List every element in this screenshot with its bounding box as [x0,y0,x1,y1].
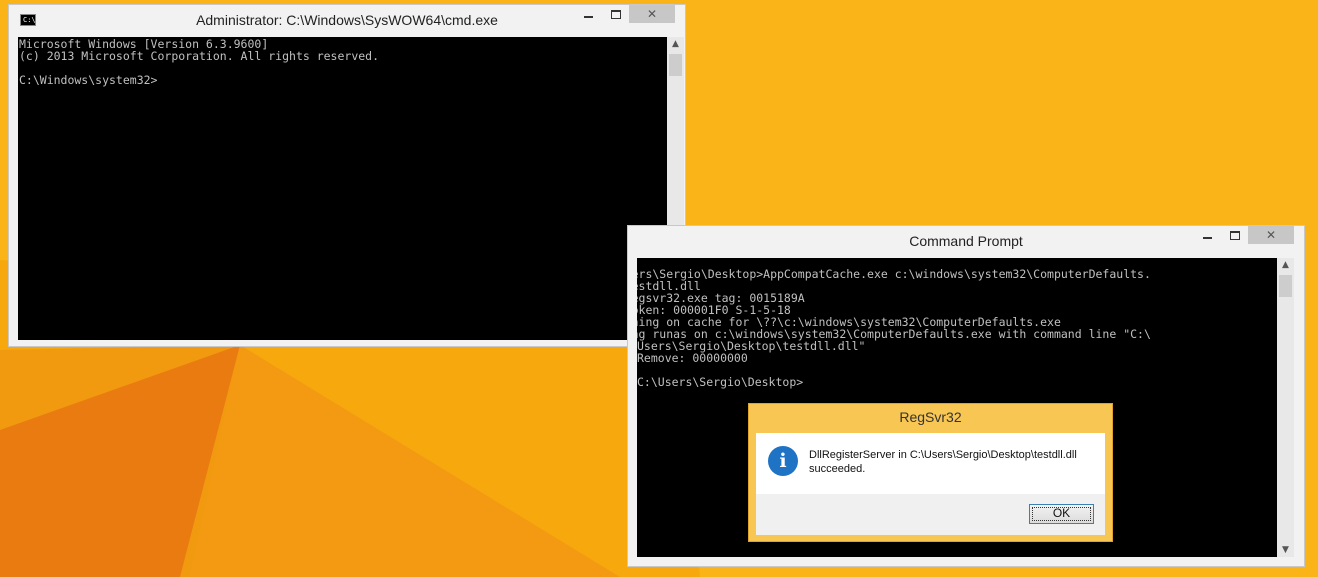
dialog-message: DllRegisterServer in C:\Users\Sergio\Des… [809,448,1101,476]
minimize-button[interactable] [1194,226,1221,244]
scroll-up-icon[interactable]: ▲ [667,37,684,51]
scroll-up-icon[interactable]: ▲ [1277,258,1294,272]
window-controls: ✕ [575,5,675,27]
close-icon: ✕ [646,7,658,21]
close-button[interactable]: ✕ [629,5,675,23]
prompt-vertical-scrollbar[interactable]: ▲ ▼ [1277,258,1294,557]
ok-button[interactable]: OK [1029,504,1094,524]
maximize-icon [610,9,621,19]
console-prompt-line: C:\Users\Sergio\Desktop> [637,375,804,389]
dialog-footer: OK [756,494,1105,535]
info-icon: i [768,446,798,476]
dialog-message-line: succeeded. [809,463,866,475]
console-line: Remove: 00000000 [637,351,748,365]
admin-cmd-window[interactable]: C:\ Administrator: C:\Windows\SysWOW64\c… [8,4,686,347]
minimize-button[interactable] [575,5,602,23]
maximize-button[interactable] [1221,226,1248,244]
command-prompt-titlebar[interactable]: Command Prompt ✕ [628,226,1304,258]
console-line: C:\Users\Sergio\Desktop>AppCompatCache.e… [637,267,1151,281]
dialog-title: RegSvr32 [899,409,962,425]
console-prompt-line: C:\Windows\system32> [19,73,158,87]
dialog-message-line: DllRegisterServer in C:\Users\Sergio\Des… [809,449,1077,461]
dialog-body: i DllRegisterServer in C:\Users\Sergio\D… [756,433,1105,494]
minimize-icon [584,15,593,18]
minimize-icon [1203,236,1212,239]
maximize-icon [1229,230,1240,240]
close-icon: ✕ [1265,228,1277,242]
close-button[interactable]: ✕ [1248,226,1294,244]
admin-cmd-titlebar[interactable]: C:\ Administrator: C:\Windows\SysWOW64\c… [9,5,685,37]
scroll-thumb[interactable] [669,54,682,76]
window-controls: ✕ [1194,226,1294,248]
scroll-thumb[interactable] [1279,275,1292,297]
scroll-down-icon[interactable]: ▼ [1277,543,1294,557]
maximize-button[interactable] [602,5,629,23]
regsvr32-dialog[interactable]: RegSvr32 i DllRegisterServer in C:\Users… [748,403,1113,542]
console-line: (c) 2013 Microsoft Corporation. All righ… [19,49,380,63]
admin-console-output[interactable]: Microsoft Windows [Version 6.3.9600] (c)… [18,37,667,340]
